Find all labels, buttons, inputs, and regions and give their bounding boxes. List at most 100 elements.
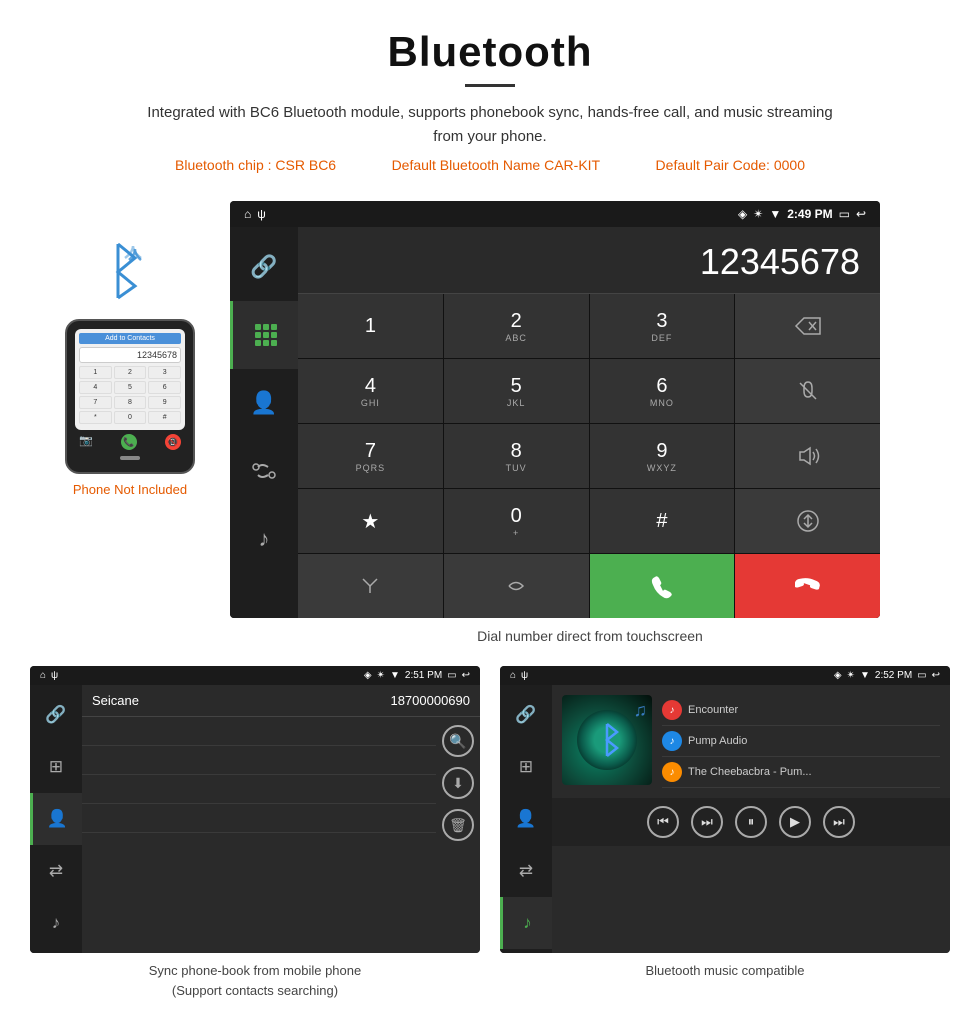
sidebar-btn-contacts[interactable]: 👤 xyxy=(230,369,298,437)
phone-home-button[interactable] xyxy=(120,456,140,460)
pb-entry-2[interactable] xyxy=(82,746,436,775)
home-icon: ⌂ xyxy=(244,207,251,221)
dial-key-9[interactable]: 9WXYZ xyxy=(590,424,735,488)
phone-mockup: Add to Contacts 12345678 1 2 3 4 5 6 7 8… xyxy=(65,319,195,474)
music-sidebar-contacts[interactable]: 👤 xyxy=(500,793,552,845)
sidebar-btn-dialpad[interactable] xyxy=(230,301,298,369)
sidebar-btn-link[interactable]: 🔗 xyxy=(230,233,298,301)
dial-key-call[interactable] xyxy=(590,554,735,618)
pb-sidebar-music[interactable]: ♪ xyxy=(30,897,82,949)
dial-key-0[interactable]: 0+ xyxy=(444,489,589,553)
music-prev-button[interactable]: ⏮ xyxy=(647,806,679,838)
music-home-icon: ⌂ xyxy=(510,670,516,681)
sidebar-btn-music[interactable]: ♪ xyxy=(230,505,298,573)
phone-key-0[interactable]: 0 xyxy=(114,411,147,424)
dial-key-end[interactable] xyxy=(735,554,880,618)
music-caption: Bluetooth music compatible xyxy=(646,953,805,985)
phone-key-4[interactable]: 4 xyxy=(79,381,112,394)
dialer-grid: 1 2ABC 3DEF 4GHI 5JKL xyxy=(298,294,880,618)
track-name-3: The Cheebacbra - Pum... xyxy=(688,766,812,778)
phone-contact-bar: Add to Contacts xyxy=(79,333,181,344)
bt-art-icon xyxy=(592,722,622,758)
music-track-3[interactable]: ♪ The Cheebacbra - Pum... xyxy=(662,757,940,788)
music-play-button[interactable]: ▶ xyxy=(779,806,811,838)
phone-key-3[interactable]: 3 xyxy=(148,366,181,379)
dial-key-5[interactable]: 5JKL xyxy=(444,359,589,423)
phone-key-hash[interactable]: # xyxy=(148,411,181,424)
pb-delete-button[interactable]: 🗑 xyxy=(442,809,474,841)
phonebook-body: 🔗 ⊞ 👤 ⇄ ♪ Seicane 18700000690 xyxy=(30,685,480,953)
phone-key-9[interactable]: 9 xyxy=(148,396,181,409)
track-name-1: Encounter xyxy=(688,704,738,716)
pb-entry-3[interactable] xyxy=(82,775,436,804)
dial-key-mute[interactable] xyxy=(735,359,880,423)
pb-sidebar-dialpad[interactable]: ⊞ xyxy=(30,741,82,793)
phone-key-5[interactable]: 5 xyxy=(114,381,147,394)
dial-key-backspace[interactable] xyxy=(735,294,880,358)
music-next-button[interactable]: ⏭ xyxy=(823,806,855,838)
phone-key-7[interactable]: 7 xyxy=(79,396,112,409)
music-sidebar-dialpad[interactable]: ⊞ xyxy=(500,741,552,793)
dial-key-shuffle[interactable] xyxy=(444,554,589,618)
spec-name: Default Bluetooth Name CAR-KIT xyxy=(392,157,601,173)
music-track-1[interactable]: ♪ Encounter xyxy=(662,695,940,726)
dial-key-swap[interactable] xyxy=(735,489,880,553)
music-art-inner xyxy=(577,710,637,770)
dialer-body: 🔗 👤 xyxy=(230,227,880,618)
music-track-2[interactable]: ♪ Pump Audio xyxy=(662,726,940,757)
music-sidebar-music[interactable]: ♪ xyxy=(500,897,552,949)
music-pause-button[interactable]: ⏸ xyxy=(735,806,767,838)
phone-section: Add to Contacts 12345678 1 2 3 4 5 6 7 8… xyxy=(30,201,230,497)
dial-key-1[interactable]: 1 xyxy=(298,294,443,358)
pb-bt-icon: ✴ xyxy=(377,670,385,681)
title-divider xyxy=(465,84,515,87)
music-sidebar-link[interactable]: 🔗 xyxy=(500,689,552,741)
status-time: 2:49 PM xyxy=(787,207,832,221)
phonebook-entries xyxy=(82,717,436,849)
music-back-icon: ↩ xyxy=(932,670,940,681)
dial-key-6[interactable]: 6MNO xyxy=(590,359,735,423)
pb-search-button[interactable]: 🔍 xyxy=(442,725,474,757)
phone-key-2[interactable]: 2 xyxy=(114,366,147,379)
music-sidebar-transfer[interactable]: ⇄ xyxy=(500,845,552,897)
dial-key-2[interactable]: 2ABC xyxy=(444,294,589,358)
phone-number-display: 12345678 xyxy=(79,347,181,363)
phone-key-6[interactable]: 6 xyxy=(148,381,181,394)
dialer-number-display: 12345678 xyxy=(298,227,880,294)
phone-key-1[interactable]: 1 xyxy=(79,366,112,379)
dial-key-volume[interactable] xyxy=(735,424,880,488)
phone-call-button[interactable]: 📞 xyxy=(121,434,137,450)
pb-sidebar-transfer[interactable]: ⇄ xyxy=(30,845,82,897)
main-area: Add to Contacts 12345678 1 2 3 4 5 6 7 8… xyxy=(0,201,980,648)
location-icon: ◈ xyxy=(738,207,747,221)
dial-key-4[interactable]: 4GHI xyxy=(298,359,443,423)
phonebook-status-bar: ⌂ ψ ◈ ✴ ▼ 2:51 PM ▭ ↩ xyxy=(30,666,480,685)
dial-key-8[interactable]: 8TUV xyxy=(444,424,589,488)
phone-key-8[interactable]: 8 xyxy=(114,396,147,409)
pb-sidebar-contacts[interactable]: 👤 xyxy=(30,793,82,845)
phonebook-main: Seicane 18700000690 🔍 ⬇ xyxy=(82,685,480,953)
music-controls: ⏮ ⏭ ⏸ ▶ ⏭ xyxy=(552,798,950,846)
pb-entry-1[interactable] xyxy=(82,717,436,746)
pb-entry-4[interactable] xyxy=(82,804,436,833)
phone-bottom-bar: 📷 📞 📵 xyxy=(75,434,185,450)
dial-key-hash[interactable]: # xyxy=(590,489,735,553)
dial-key-7[interactable]: 7PQRS xyxy=(298,424,443,488)
phonebook-sidebar: 🔗 ⊞ 👤 ⇄ ♪ xyxy=(30,685,82,953)
dial-key-merge[interactable] xyxy=(298,554,443,618)
phone-key-star[interactable]: * xyxy=(79,411,112,424)
dial-key-3[interactable]: 3DEF xyxy=(590,294,735,358)
phone-end-button[interactable]: 📵 xyxy=(165,434,181,450)
dial-key-star[interactable]: ★ xyxy=(298,489,443,553)
status-left-icons: ⌂ ψ xyxy=(244,207,266,221)
sidebar-btn-transfer[interactable] xyxy=(230,437,298,505)
pb-download-button[interactable]: ⬇ xyxy=(442,767,474,799)
track-icon-2: ♪ xyxy=(662,731,682,751)
pb-sidebar-link[interactable]: 🔗 xyxy=(30,689,82,741)
spec-pair: Default Pair Code: 0000 xyxy=(656,157,805,173)
phone-dialpad: 1 2 3 4 5 6 7 8 9 * 0 # xyxy=(79,366,181,424)
pb-sig-icon: ▼ xyxy=(390,670,400,681)
back-icon: ↩ xyxy=(856,207,866,221)
music-rewind-button[interactable]: ⏭ xyxy=(691,806,723,838)
screenshot-dialer: ⌂ ψ ◈ ✴ ▼ 2:49 PM ▭ ↩ 🔗 xyxy=(230,201,880,618)
